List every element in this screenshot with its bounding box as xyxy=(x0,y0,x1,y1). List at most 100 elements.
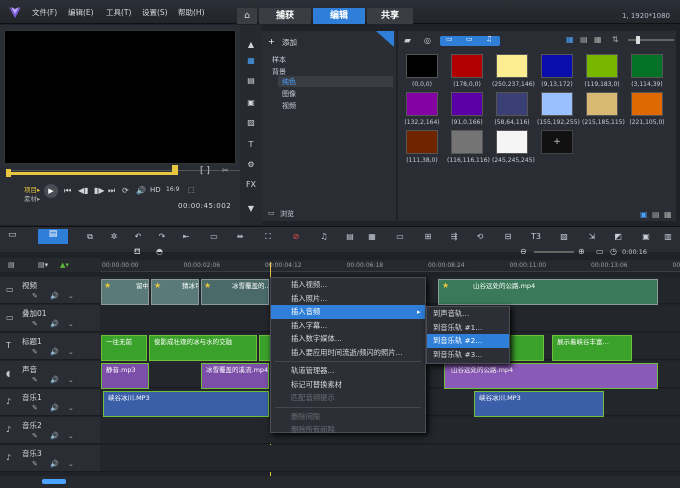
audio-filter-icon[interactable]: ♫ xyxy=(486,35,492,43)
panel-view-b-icon[interactable]: ▤ xyxy=(652,210,660,219)
crop-icon[interactable]: ⬚ xyxy=(188,186,195,194)
redo-icon[interactable]: ↷ xyxy=(156,232,168,244)
color-swatch[interactable] xyxy=(586,54,618,78)
track-expand-icon[interactable]: ⌄ xyxy=(68,376,74,384)
tab-share[interactable]: 共享 xyxy=(367,8,413,24)
trim-end-handle[interactable] xyxy=(172,165,178,173)
color-swatch[interactable] xyxy=(541,92,573,116)
video-filter-icon[interactable]: ▭ xyxy=(446,35,453,43)
track-edit-icon[interactable]: ✎ xyxy=(32,320,38,328)
slider-icon[interactable]: ⊟ xyxy=(502,232,514,244)
menu-insert-audio[interactable]: 插入音频 xyxy=(271,305,425,319)
track-mute-icon[interactable]: 🔊 xyxy=(50,348,59,356)
track-manager-icon[interactable]: ▤ xyxy=(8,261,15,269)
track-edit-icon[interactable]: ✎ xyxy=(32,432,38,440)
color-swatch[interactable] xyxy=(406,130,438,154)
zoom-out-icon[interactable]: ⊖ xyxy=(520,247,527,256)
filter-fx-icon[interactable]: FX xyxy=(243,180,259,194)
submenu-to-music2[interactable]: 到音乐轨 #2... xyxy=(427,334,509,348)
circle-icon[interactable]: ◎ xyxy=(424,36,431,45)
track-expand-icon[interactable]: ⌄ xyxy=(68,432,74,440)
expand-up-icon[interactable]: ▲ xyxy=(243,40,259,54)
panel-view-c-icon[interactable]: ▦ xyxy=(664,210,672,219)
3d-title-icon[interactable]: T3 xyxy=(530,232,542,244)
skip-start-icon[interactable]: ⏮ xyxy=(64,186,71,196)
track-mute-icon[interactable]: 🔊 xyxy=(50,320,59,328)
title-icon[interactable]: T xyxy=(243,140,259,154)
track-expand-icon[interactable]: ⌄ xyxy=(68,460,74,468)
music-clip[interactable]: 峡谷冰川.MP3 xyxy=(474,391,604,417)
browse-icon[interactable]: ▭ xyxy=(268,209,275,217)
play-button[interactable]: ▶ xyxy=(44,184,58,198)
mask-icon[interactable]: ◩ xyxy=(612,232,624,244)
mark-brackets-icon[interactable]: [ ] xyxy=(200,166,210,176)
menu-mark-replaceable[interactable]: 标记可替换素材 xyxy=(271,378,425,392)
graphic-icon[interactable]: ▨ xyxy=(243,118,259,132)
color-swatch[interactable] xyxy=(496,130,528,154)
fit-icon[interactable]: ⇤ xyxy=(180,232,192,244)
timeline-view-icon[interactable]: ▤ xyxy=(38,229,68,244)
track-expand-icon[interactable]: ⌄ xyxy=(68,404,74,412)
color-swatch[interactable] xyxy=(451,92,483,116)
motion-track-icon[interactable]: ⇹ xyxy=(234,232,246,244)
prev-frame-icon[interactable]: ◀▮ xyxy=(78,186,89,195)
color-swatch[interactable] xyxy=(496,92,528,116)
effects-icon[interactable]: ▣ xyxy=(640,232,652,244)
menu-insert-timelapse[interactable]: 插入要应用时间流逝/频闪的照片... xyxy=(271,346,425,360)
extra-tool-icon[interactable]: ▥ xyxy=(662,232,674,244)
color-swatch[interactable] xyxy=(541,54,573,78)
track-mute-icon[interactable]: 🔊 xyxy=(50,292,59,300)
home-icon[interactable]: ⌂ xyxy=(237,8,257,24)
color-swatch[interactable] xyxy=(631,54,663,78)
track-edit-icon[interactable]: ✎ xyxy=(32,376,38,384)
color-swatch[interactable] xyxy=(631,92,663,116)
tree-item-video[interactable]: 视频 xyxy=(282,101,296,111)
volume-icon[interactable]: 🔊 xyxy=(136,186,146,195)
submenu-to-music3[interactable]: 到音乐轨 #3... xyxy=(427,348,509,362)
track-list-icon[interactable]: ▤▾ xyxy=(38,261,48,269)
zoom-in-icon[interactable]: ⊕ xyxy=(578,247,585,256)
track-mute-icon[interactable]: 🔊 xyxy=(50,432,59,440)
aspect-icon[interactable]: 16:9 xyxy=(166,186,179,193)
clock-icon[interactable]: ◷ xyxy=(610,247,617,256)
add-icon[interactable]: + xyxy=(268,37,275,46)
browse-button[interactable]: 浏览 xyxy=(280,209,294,219)
speed-icon[interactable]: ⇶ xyxy=(448,232,460,244)
menu-insert-photo[interactable]: 插入照片... xyxy=(271,292,425,306)
panel-view-a-icon[interactable]: ▣ xyxy=(640,210,648,219)
track-expand-icon[interactable]: ⌄ xyxy=(68,348,74,356)
menu-tools[interactable]: 工具(T) xyxy=(106,7,131,18)
audio-mix-icon[interactable]: ♫ xyxy=(318,232,330,244)
video-clip[interactable]: 山谷远处的公路.mp4 xyxy=(438,279,658,305)
color-swatch[interactable] xyxy=(451,54,483,78)
trim-range-bar[interactable] xyxy=(8,172,178,175)
title-clip[interactable] xyxy=(508,335,544,361)
multitrack-icon[interactable]: ⧉ xyxy=(84,232,96,244)
list-view-icon[interactable]: ▦ xyxy=(566,35,574,44)
track-edit-icon[interactable]: ✎ xyxy=(32,460,38,468)
sort-icon[interactable]: ⇅ xyxy=(612,35,619,44)
menu-file[interactable]: 文件(F) xyxy=(32,7,57,18)
thumb-size-slider[interactable] xyxy=(628,39,674,41)
add-button[interactable]: 添加 xyxy=(282,37,297,48)
menu-insert-digital-media[interactable]: 插入数字媒体... xyxy=(271,332,425,346)
detail-view-icon[interactable]: ▤ xyxy=(580,35,588,44)
submenu-to-music1[interactable]: 到音乐轨 #1... xyxy=(427,321,509,335)
track-mute-icon[interactable]: 🔊 xyxy=(50,460,59,468)
mode-clip[interactable]: 素材▸ xyxy=(24,193,40,203)
timeline-scroll-thumb[interactable] xyxy=(42,479,66,484)
voice-clip[interactable]: 山谷远处的公路.mp4 xyxy=(444,363,658,389)
camera-icon[interactable]: ⛶ xyxy=(262,232,274,244)
title-clip[interactable]: 一往无前 xyxy=(101,335,147,361)
repeat-icon[interactable]: ⟳ xyxy=(122,186,129,195)
voice-clip[interactable]: 冰雪覆盖的溪流.mp4 xyxy=(201,363,269,389)
menu-insert-video[interactable]: 插入视频... xyxy=(271,278,425,292)
media-icon[interactable]: ▦ xyxy=(243,56,259,70)
storyboard-view-icon[interactable]: ▭ xyxy=(8,230,28,244)
transition-icon[interactable]: ▣ xyxy=(243,98,259,112)
image-filter-icon[interactable]: ▭ xyxy=(466,35,473,43)
tab-capture[interactable]: 捕获 xyxy=(259,8,311,24)
menu-track-manager[interactable]: 轨道管理器... xyxy=(271,364,425,378)
paint-icon[interactable]: ⛾ xyxy=(134,247,141,257)
color-swatch[interactable] xyxy=(451,130,483,154)
